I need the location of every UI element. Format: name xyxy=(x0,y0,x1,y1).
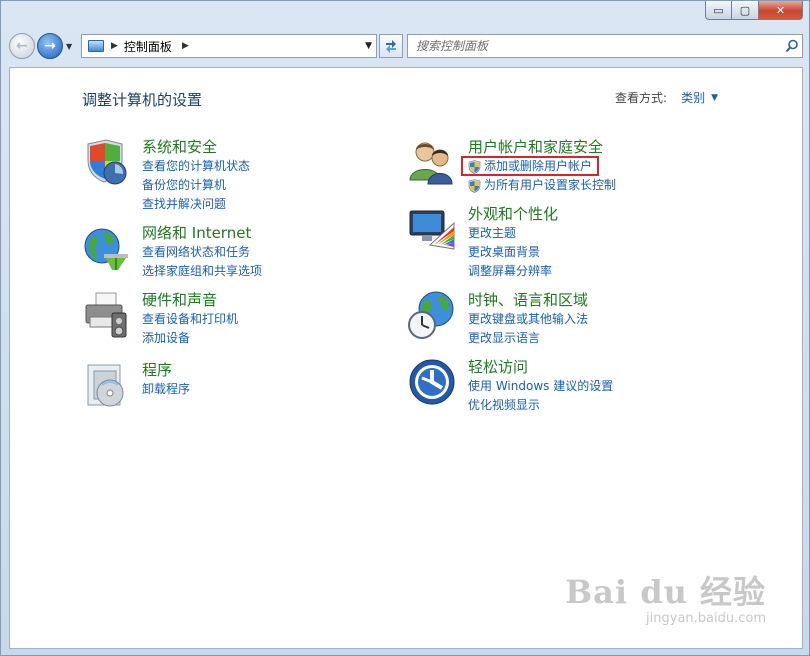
link-optimize-visual-display[interactable]: 优化视频显示 xyxy=(468,396,613,415)
page-title: 调整计算机的设置 xyxy=(82,91,203,109)
category-title-clock-language-region[interactable]: 时钟、语言和区域 xyxy=(468,291,588,310)
maximize-button[interactable]: ▢ xyxy=(732,1,759,20)
link-add-device[interactable]: 添加设备 xyxy=(142,329,238,348)
minimize-button[interactable]: ▭ xyxy=(705,1,732,20)
navigation-bar: ← → ▼ ▶ 控制面板 ▶ ▼ xyxy=(9,31,803,61)
uac-shield-icon xyxy=(468,160,481,174)
link-change-keyboard-input[interactable]: 更改键盘或其他输入法 xyxy=(468,310,588,329)
link-parental-controls[interactable]: 为所有用户设置家长控制 xyxy=(468,176,616,195)
back-button[interactable]: ← xyxy=(9,33,35,59)
category-title-user-accounts[interactable]: 用户帐户和家庭安全 xyxy=(468,138,616,157)
link-adjust-screen-resolution[interactable]: 调整屏幕分辨率 xyxy=(468,262,558,281)
clock-language-region-icon xyxy=(408,291,454,339)
view-by-label: 查看方式: xyxy=(615,91,668,105)
control-panel-window: ▭ ▢ ✕ ← → ▼ ▶ 控制面板 ▶ ▼ 搜索控制面板 调整计算机的设置 查… xyxy=(0,0,810,656)
watermark-brand: Bai du 经验 xyxy=(565,573,766,611)
link-add-remove-user-accounts-label: 添加或删除用户帐户 xyxy=(484,159,593,173)
system-security-icon xyxy=(87,139,127,185)
search-box[interactable] xyxy=(407,34,803,58)
category-title-ease-of-access[interactable]: 轻松访问 xyxy=(468,358,613,377)
caption-buttons: ▭ ▢ ✕ xyxy=(705,1,803,20)
link-homegroup-sharing[interactable]: 选择家庭组和共享选项 xyxy=(142,262,262,281)
refresh-button[interactable] xyxy=(379,34,403,58)
category-title-appearance[interactable]: 外观和个性化 xyxy=(468,205,558,224)
link-add-remove-user-accounts[interactable]: 添加或删除用户帐户 xyxy=(468,157,616,176)
link-uninstall-program[interactable]: 卸载程序 xyxy=(142,380,190,399)
user-accounts-icon xyxy=(409,142,453,185)
appearance-icon xyxy=(409,210,455,250)
link-view-devices-printers[interactable]: 查看设备和打印机 xyxy=(142,310,238,329)
link-view-computer-status[interactable]: 查看您的计算机状态 xyxy=(142,157,250,176)
link-change-theme[interactable]: 更改主题 xyxy=(468,224,558,243)
link-view-network-status[interactable]: 查看网络状态和任务 xyxy=(142,243,262,262)
close-button[interactable]: ✕ xyxy=(759,1,803,20)
link-change-display-language[interactable]: 更改显示语言 xyxy=(468,329,588,348)
hardware-sound-icon xyxy=(85,292,127,338)
programs-icon xyxy=(87,364,124,407)
view-by-control: 查看方式: 类别 ▼ xyxy=(615,89,718,106)
baidu-watermark: Bai du 经验 jingyan.baidu.com xyxy=(565,567,766,626)
breadcrumb-control-panel[interactable]: 控制面板 xyxy=(124,38,172,55)
refresh-icon xyxy=(386,40,396,53)
link-parental-controls-label: 为所有用户设置家长控制 xyxy=(484,178,617,192)
category-title-network-internet[interactable]: 网络和 Internet xyxy=(142,224,262,243)
category-title-system-security[interactable]: 系统和安全 xyxy=(142,138,250,157)
chevron-down-icon[interactable]: ▼ xyxy=(711,93,718,103)
link-backup-computer[interactable]: 备份您的计算机 xyxy=(142,176,250,195)
network-internet-icon xyxy=(84,228,128,270)
recent-pages-dropdown-icon[interactable]: ▼ xyxy=(66,42,72,51)
content-pane: 调整计算机的设置 查看方式: 类别 ▼ 系统和安全 查看您的计算机状态 备份您的… xyxy=(9,67,803,649)
ease-of-access-icon xyxy=(409,359,455,405)
link-use-windows-recommended-settings[interactable]: 使用 Windows 建议的设置 xyxy=(468,377,613,396)
link-find-fix-problems[interactable]: 查找并解决问题 xyxy=(142,195,250,214)
forward-button[interactable]: → xyxy=(37,33,63,59)
breadcrumb-separator-icon[interactable]: ▶ xyxy=(111,41,118,51)
view-by-selector[interactable]: 类别 xyxy=(681,89,705,106)
category-title-hardware-sound[interactable]: 硬件和声音 xyxy=(142,291,238,310)
address-dropdown-icon[interactable]: ▼ xyxy=(365,41,372,51)
address-bar[interactable]: ▶ 控制面板 ▶ ▼ xyxy=(81,34,377,58)
control-panel-small-icon xyxy=(88,40,104,52)
search-icon[interactable] xyxy=(782,39,802,53)
breadcrumb-separator-icon[interactable]: ▶ xyxy=(182,41,189,51)
search-input[interactable] xyxy=(416,36,782,56)
watermark-url: jingyan.baidu.com xyxy=(646,611,766,626)
category-title-programs[interactable]: 程序 xyxy=(142,361,190,380)
link-change-desktop-background[interactable]: 更改桌面背景 xyxy=(468,243,558,262)
uac-shield-icon xyxy=(468,179,481,193)
